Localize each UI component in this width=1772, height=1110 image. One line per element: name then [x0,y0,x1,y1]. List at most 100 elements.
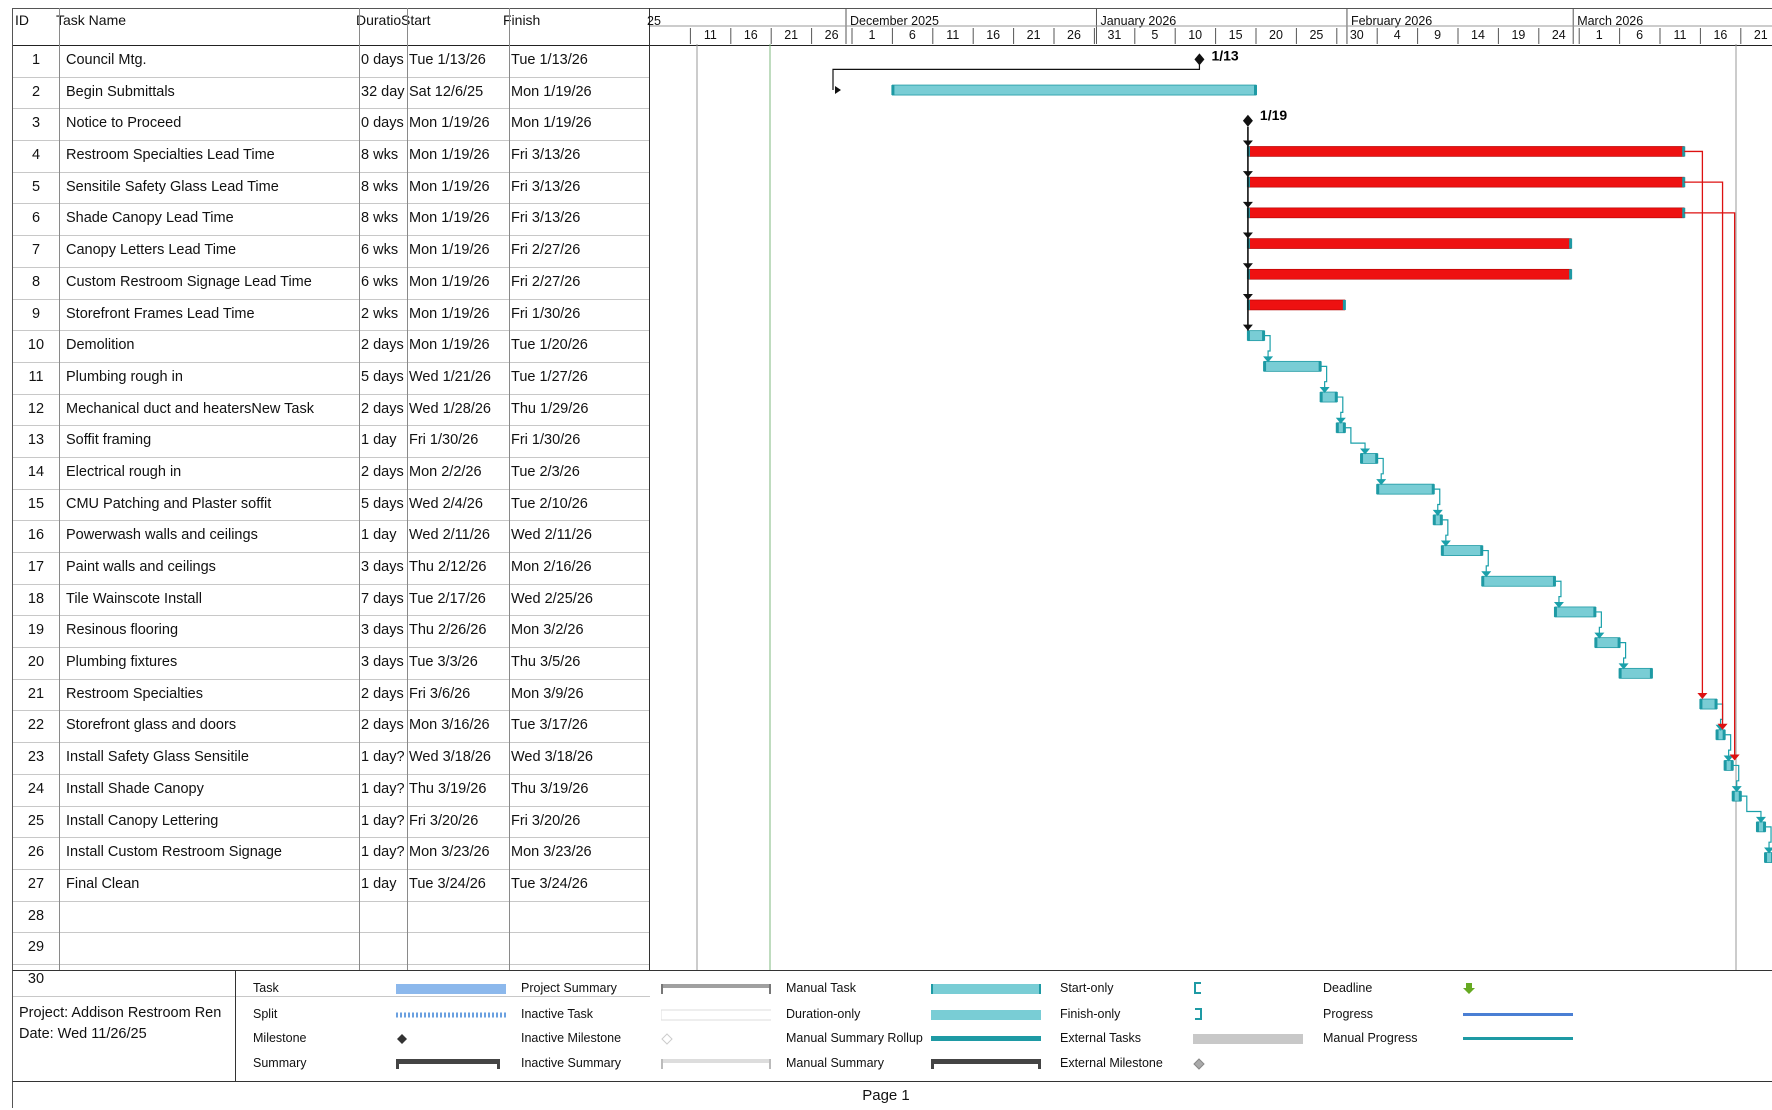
task-id[interactable]: 19 [13,616,59,647]
task-duration[interactable]: 2 days [361,458,411,489]
task-id[interactable]: 12 [13,395,59,426]
task-start[interactable]: Sat 12/6/25 [409,78,509,109]
task-start[interactable]: Mon 1/19/26 [409,109,509,140]
task-name[interactable]: Begin Submittals [66,78,366,109]
task-start[interactable]: Fri 1/30/26 [409,426,509,457]
task-name[interactable]: Final Clean [66,870,366,901]
task-id[interactable]: 6 [13,204,59,235]
task-name[interactable]: Storefront glass and doors [66,711,366,742]
task-finish[interactable]: Mon 1/19/26 [511,109,646,140]
task-duration[interactable]: 0 days [361,109,411,140]
table-row[interactable]: 12 Mechanical duct and heatersNew Task 2 d… [13,395,650,427]
task-start[interactable]: Tue 2/17/26 [409,585,509,616]
task-name[interactable]: Demolition [66,331,366,362]
task-id[interactable]: 27 [13,870,59,901]
task-id[interactable]: 17 [13,553,59,584]
task-finish[interactable]: Mon 1/19/26 [511,78,646,109]
table-row[interactable]: 24 Install Shade Canopy 1 day? Thu 3/19/26 T… [13,775,650,807]
task-name[interactable]: Restroom Specialties [66,680,366,711]
task-finish[interactable]: Thu 3/19/26 [511,775,646,806]
task-name[interactable]: Electrical rough in [66,458,366,489]
task-id[interactable]: 13 [13,426,59,457]
table-row[interactable]: 8 Custom Restroom Signage Lead Time 6 wks M… [13,268,650,300]
table-row[interactable]: 1 Council Mtg. 0 days Tue 1/13/26 Tue 1/13/2… [13,46,650,78]
task-finish[interactable]: Mon 2/16/26 [511,553,646,584]
task-start[interactable]: Mon 1/19/26 [409,173,509,204]
task-start[interactable]: Mon 1/19/26 [409,141,509,172]
task-id[interactable]: 25 [13,807,59,838]
task-name[interactable]: Plumbing rough in [66,363,366,394]
table-row[interactable]: 25 Install Canopy Lettering 1 day? Fri 3/20… [13,807,650,839]
table-row[interactable]: 14 Electrical rough in 2 days Mon 2/2/26 Tue… [13,458,650,490]
task-duration[interactable]: 5 days [361,363,411,394]
task-duration[interactable]: 2 days [361,680,411,711]
task-finish[interactable]: Tue 3/17/26 [511,711,646,742]
task-name[interactable]: Notice to Proceed [66,109,366,140]
task-finish[interactable]: Fri 3/13/26 [511,204,646,235]
task-id[interactable]: 15 [13,490,59,521]
task-finish[interactable]: Fri 3/13/26 [511,173,646,204]
task-id[interactable]: 24 [13,775,59,806]
task-start[interactable]: Mon 1/19/26 [409,268,509,299]
task-duration[interactable]: 1 day [361,521,411,552]
table-row[interactable]: 17 Paint walls and ceilings 3 days Thu 2/12… [13,553,650,585]
table-row[interactable]: 10 Demolition 2 days Mon 1/19/26 Tue 1/20/26 [13,331,650,363]
task-duration[interactable]: 0 days [361,46,411,77]
task-start[interactable]: Fri 3/20/26 [409,807,509,838]
task-id[interactable]: 21 [13,680,59,711]
task-name[interactable]: Sensitile Safety Glass Lead Time [66,173,366,204]
task-name[interactable]: Soffit framing [66,426,366,457]
task-start[interactable]: Tue 1/13/26 [409,46,509,77]
task-start[interactable]: Mon 2/2/26 [409,458,509,489]
task-duration[interactable]: 5 days [361,490,411,521]
col-duration-header[interactable]: Duratio [356,12,401,28]
task-name[interactable]: Restroom Specialties Lead Time [66,141,366,172]
task-start[interactable]: Mon 3/23/26 [409,838,509,869]
task-duration[interactable]: 3 days [361,553,411,584]
task-name[interactable]: Install Shade Canopy [66,775,366,806]
task-duration[interactable]: 2 days [361,711,411,742]
task-duration[interactable]: 8 wks [361,141,411,172]
task-finish[interactable]: Wed 2/11/26 [511,521,646,552]
task-finish[interactable]: Mon 3/23/26 [511,838,646,869]
task-duration[interactable]: 6 wks [361,268,411,299]
task-start[interactable]: Wed 2/4/26 [409,490,509,521]
task-start[interactable]: Fri 3/6/26 [409,680,509,711]
task-duration[interactable]: 32 day [361,78,411,109]
task-duration[interactable]: 8 wks [361,173,411,204]
task-start[interactable] [409,902,509,933]
task-start[interactable]: Wed 1/28/26 [409,395,509,426]
table-row[interactable]: 22 Storefront glass and doors 2 days Mon 3/… [13,711,650,744]
table-row[interactable]: 16 Powerwash walls and ceilings 1 day Wed 2… [13,521,650,553]
task-name[interactable]: Paint walls and ceilings [66,553,366,584]
task-name[interactable]: Resinous flooring [66,616,366,647]
task-finish[interactable]: Wed 2/25/26 [511,585,646,616]
task-finish[interactable]: Tue 2/3/26 [511,458,646,489]
table-row[interactable]: 29 [13,933,650,965]
task-duration[interactable]: 2 days [361,395,411,426]
task-name[interactable]: Install Custom Restroom Signage [66,838,366,869]
task-finish[interactable]: Thu 1/29/26 [511,395,646,426]
task-id[interactable]: 2 [13,78,59,109]
task-id[interactable]: 14 [13,458,59,489]
table-row[interactable]: 4 Restroom Specialties Lead Time 8 wks Mon … [13,141,650,173]
task-finish[interactable]: Fri 3/20/26 [511,807,646,838]
table-row[interactable]: 20 Plumbing fixtures 3 days Tue 3/3/26 Thu 3… [13,648,650,680]
task-id[interactable]: 26 [13,838,59,869]
task-id[interactable]: 16 [13,521,59,552]
task-start[interactable]: Mon 3/16/26 [409,711,509,742]
task-id[interactable]: 28 [13,902,59,933]
col-id-header[interactable]: ID [15,12,29,28]
task-id[interactable]: 11 [13,363,59,394]
task-finish[interactable]: Tue 2/10/26 [511,490,646,521]
task-finish[interactable] [511,902,646,933]
task-duration[interactable]: 3 days [361,648,411,679]
task-name[interactable]: Powerwash walls and ceilings [66,521,366,552]
task-finish[interactable]: Fri 1/30/26 [511,300,646,331]
task-id[interactable]: 22 [13,711,59,742]
task-finish[interactable]: Fri 3/13/26 [511,141,646,172]
task-finish[interactable]: Tue 1/27/26 [511,363,646,394]
task-start[interactable]: Tue 3/24/26 [409,870,509,901]
task-name[interactable]: Tile Wainscote Install [66,585,366,616]
task-name[interactable]: Install Canopy Lettering [66,807,366,838]
